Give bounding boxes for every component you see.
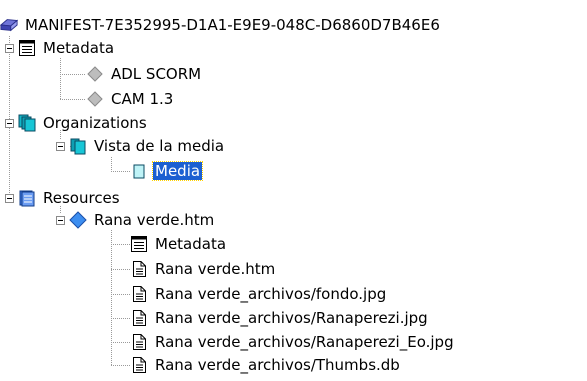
tree-node-file[interactable]: Rana verde.htm <box>130 258 277 280</box>
resource-diamond-icon <box>69 211 87 229</box>
tree-node-file[interactable]: Rana verde_archivos/Thumbs.db <box>130 354 402 376</box>
tree-node-label: Metadata <box>43 39 115 57</box>
file-icon <box>133 357 146 373</box>
tree-node-resource-metadata[interactable]: Metadata <box>130 233 228 255</box>
manifest-icon <box>0 19 18 32</box>
collapse-toggle-organizations[interactable] <box>5 119 14 128</box>
metadata-icon <box>131 236 147 252</box>
collapse-toggle-metadata[interactable] <box>5 44 14 53</box>
tree-node-file[interactable]: Rana verde_archivos/Ranaperezi.jpg <box>130 307 430 329</box>
tree-node-organizations[interactable]: Organizations <box>18 112 149 134</box>
resources-icon <box>19 190 35 207</box>
tree-node-file[interactable]: Rana verde_archivos/Ranaperezi_Eo.jpg <box>130 331 456 353</box>
tree-node-label: Organizations <box>43 114 147 132</box>
tree-node-label: Rana verde_archivos/Ranaperezi.jpg <box>155 309 428 327</box>
manifest-tree: MANIFEST-7E352995-D1A1-E9E9-048C-D6860D7… <box>0 0 587 381</box>
tree-node-label: Rana verde.htm <box>155 260 276 278</box>
organization-icon <box>70 138 86 155</box>
tree-node-cam[interactable]: CAM 1.3 <box>86 88 175 110</box>
collapse-toggle-resources[interactable] <box>5 194 14 203</box>
item-icon <box>133 164 145 179</box>
collapse-toggle-rana-verde[interactable] <box>56 216 65 225</box>
tree-node-adl-scorm[interactable]: ADL SCORM <box>86 63 203 85</box>
tree-node-rana-verde[interactable]: Rana verde.htm <box>69 209 216 231</box>
tree-node-vista-de-la-media[interactable]: Vista de la media <box>69 135 226 157</box>
tree-node-file[interactable]: Rana verde_archivos/fondo.jpg <box>130 283 388 305</box>
diamond-icon <box>87 66 103 82</box>
tree-node-label: Rana verde_archivos/Thumbs.db <box>155 356 400 374</box>
tree-node-label: CAM 1.3 <box>111 90 174 108</box>
tree-node-label: MANIFEST-7E352995-D1A1-E9E9-048C-D6860D7… <box>25 16 440 34</box>
diamond-icon <box>87 91 103 107</box>
metadata-icon <box>19 40 35 56</box>
tree-node-label: ADL SCORM <box>111 65 202 83</box>
tree-node-label: Rana verde_archivos/fondo.jpg <box>155 285 387 303</box>
file-icon <box>133 286 146 302</box>
file-icon <box>133 310 146 326</box>
tree-node-label: Media <box>151 161 204 181</box>
tree-node-label: Resources <box>43 189 120 207</box>
tree-node-media[interactable]: Media <box>130 160 204 182</box>
tree-node-metadata[interactable]: Metadata <box>18 37 116 59</box>
tree-node-label: Vista de la media <box>94 137 225 155</box>
tree-node-resources[interactable]: Resources <box>18 187 122 209</box>
file-icon <box>133 261 146 277</box>
tree-node-label: Rana verde.htm <box>94 211 215 229</box>
file-icon <box>133 334 146 350</box>
tree-node-label: Metadata <box>155 235 227 253</box>
organizations-icon <box>18 114 36 132</box>
tree-node-root[interactable]: MANIFEST-7E352995-D1A1-E9E9-048C-D6860D7… <box>0 14 442 36</box>
collapse-toggle-vista[interactable] <box>56 142 65 151</box>
tree-node-label: Rana verde_archivos/Ranaperezi_Eo.jpg <box>155 333 454 351</box>
